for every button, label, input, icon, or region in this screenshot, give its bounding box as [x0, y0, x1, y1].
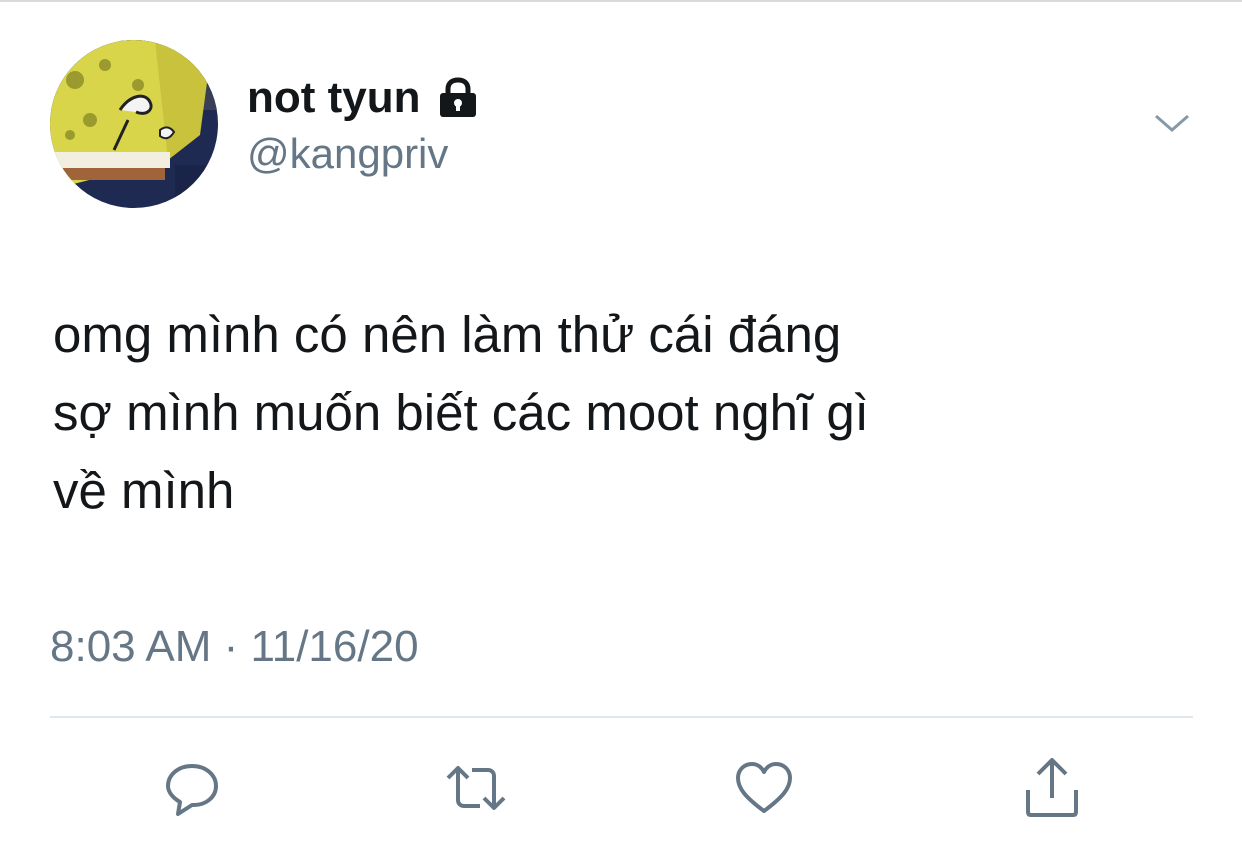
tweet-text-line: về mình — [53, 462, 235, 519]
avatar[interactable] — [50, 40, 218, 208]
spongebob-avatar-icon — [50, 40, 218, 208]
author-handle[interactable]: @kangpriv — [247, 130, 448, 178]
share-icon — [1026, 758, 1078, 817]
like-button[interactable] — [732, 756, 796, 820]
top-divider — [0, 0, 1242, 2]
tweet-timestamp[interactable]: 8:03 AM · 11/16/20 — [50, 622, 419, 672]
tweet-text: omg mình có nên làm thử cái đáng sợ mình… — [53, 296, 1173, 530]
reply-button[interactable] — [160, 756, 224, 820]
retweet-icon — [446, 766, 506, 810]
reply-icon — [166, 764, 218, 816]
lock-icon — [435, 75, 481, 121]
action-bar-divider — [50, 716, 1193, 718]
author-name-row[interactable]: not tyun — [247, 70, 481, 126]
share-button[interactable] — [1020, 756, 1084, 820]
display-name[interactable]: not tyun — [247, 73, 421, 123]
chevron-down-icon[interactable] — [1150, 108, 1194, 140]
retweet-button[interactable] — [444, 756, 508, 820]
heart-icon — [736, 762, 792, 813]
tweet-text-line: sợ mình muốn biết các moot nghĩ gì — [53, 384, 869, 441]
tweet-text-line: omg mình có nên làm thử cái đáng — [53, 306, 842, 363]
